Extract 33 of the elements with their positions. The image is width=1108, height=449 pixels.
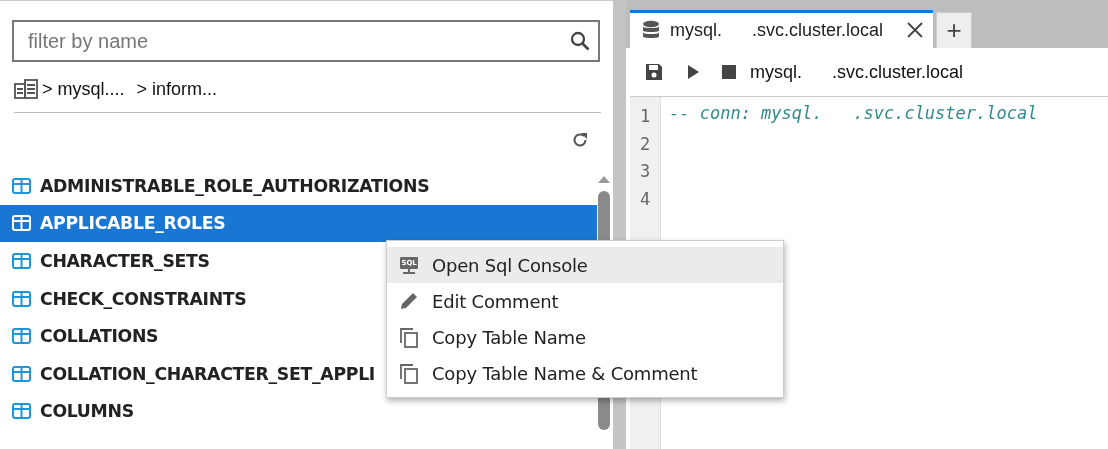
connection-name: mysql. .svc.cluster.local	[750, 61, 964, 83]
table-item[interactable]: COLUMNS	[0, 392, 597, 431]
table-icon	[12, 365, 31, 382]
scroll-up-icon[interactable]	[598, 175, 610, 183]
copy-icon	[398, 326, 420, 348]
editor-tab[interactable]: mysql. .svc.cluster.local	[630, 10, 934, 48]
filter-field[interactable]: filter by name	[12, 20, 600, 62]
line-number: 2	[638, 132, 652, 156]
play-icon[interactable]	[686, 64, 700, 80]
add-tab-button[interactable]: +	[936, 12, 973, 48]
menu-item[interactable]: Edit Comment	[387, 283, 783, 319]
table-item[interactable]: ADMINISTRABLE_ROLE_AUTHORIZATIONS	[0, 167, 597, 205]
line-number: 1	[638, 105, 652, 128]
table-icon	[12, 403, 31, 420]
menu-item[interactable]: Copy Table Name & Comment	[387, 355, 783, 391]
table-icon	[12, 328, 31, 345]
code-comment: -- conn: mysql. .svc.cluster.local	[669, 103, 1038, 125]
menu-item[interactable]: Copy Table Name	[387, 319, 783, 355]
table-icon	[12, 177, 31, 194]
copy-icon	[398, 362, 420, 384]
breadcrumb-item[interactable]: > inform...	[136, 78, 218, 100]
save-icon[interactable]	[644, 62, 664, 82]
table-icon	[12, 290, 31, 307]
pencil-icon	[398, 290, 420, 312]
refresh-icon[interactable]	[571, 131, 589, 149]
line-number: 4	[638, 187, 652, 211]
breadcrumb-item[interactable]: > mysql....	[42, 78, 125, 100]
line-number: 3	[638, 160, 652, 183]
table-item[interactable]: APPLICABLE_ROLES	[0, 204, 597, 243]
table-icon	[12, 253, 31, 269]
search-icon[interactable]	[570, 31, 590, 51]
database-icon[interactable]	[14, 79, 38, 99]
table-icon	[12, 215, 31, 232]
